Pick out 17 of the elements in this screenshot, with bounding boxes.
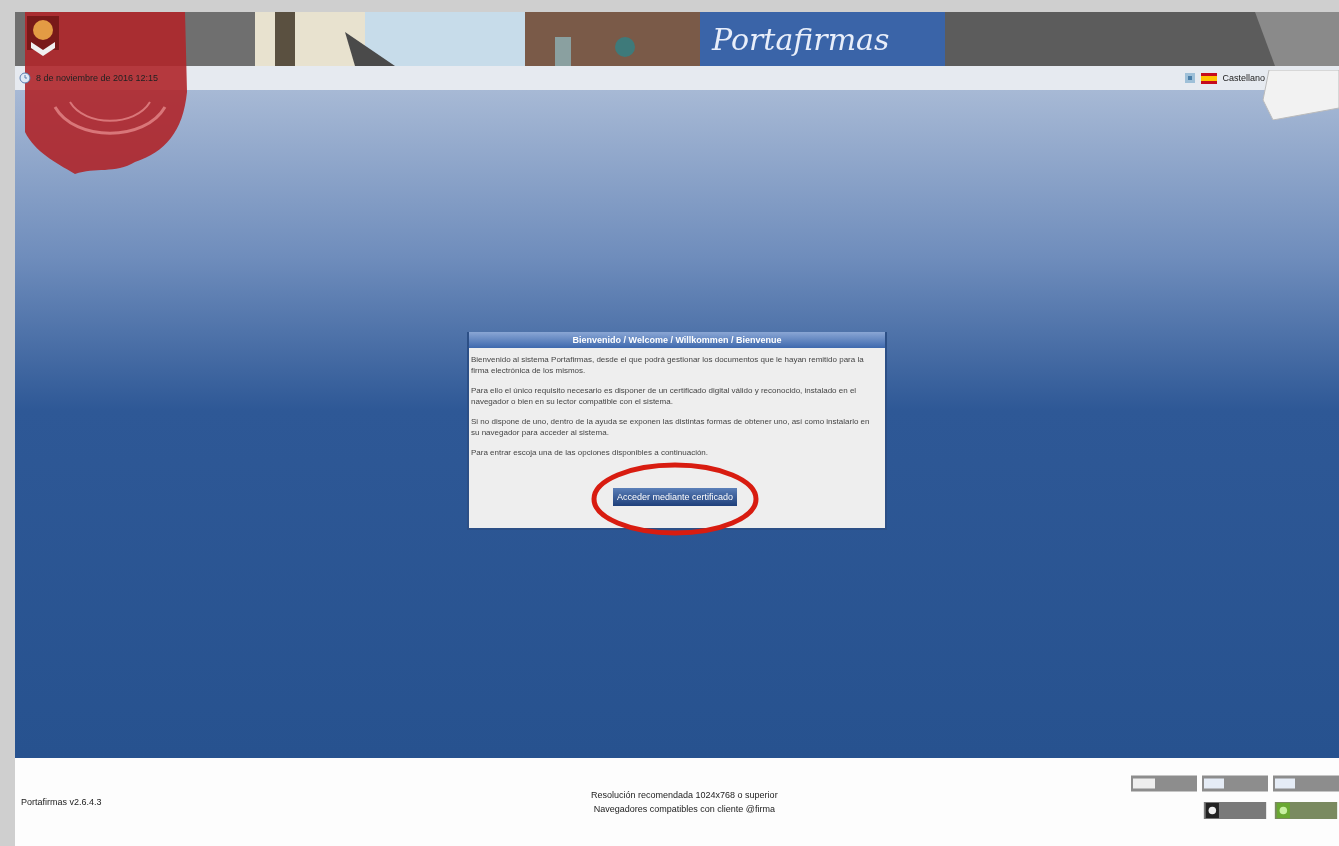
language-selector[interactable]: Castellano [1222,73,1265,83]
paragraph: Para entrar escoja una de las opciones disponibles a continuación. [471,447,710,458]
dialog-title: Bienvenido / Welcome / Willkommen / Bienvenue [469,332,885,348]
standards-badge-icon [1131,775,1197,792]
footer-note: Resolución recomendada 1024x768 o superior [591,790,778,800]
clock-icon [19,72,31,84]
standards-badge-icon [1273,775,1339,792]
certificate-login-button[interactable]: Acceder mediante certificado [612,488,738,506]
version-label: Portafirmas v2.6.4.3 [21,797,103,807]
footer-note: Navegadores compatibles con cliente @firma [593,804,775,814]
flag-icon [1201,72,1218,84]
standards-badge-icon [1202,775,1268,792]
date-time: 8 de noviembre de 2016 12:15 [36,73,159,83]
paragraph: Para ello el único requisito necesario es disponer de un certificado digital válido y reconocido, instalado en el navegador o bien en su lector compatible con el sistema. [471,385,858,407]
app-title: Portafirmas [712,21,890,57]
paragraph: Bienvenido al sistema Portafirmas, desde el que podrá gestionar los documentos que le hayan remitido para la firma electrónica de los mismos. [471,354,865,376]
paragraph: Si no dispone de uno, dentro de la ayuda se exponen las distintas formas de obtener uno, así como instalarlo en su navegador para acceder al sistema. [471,416,871,438]
